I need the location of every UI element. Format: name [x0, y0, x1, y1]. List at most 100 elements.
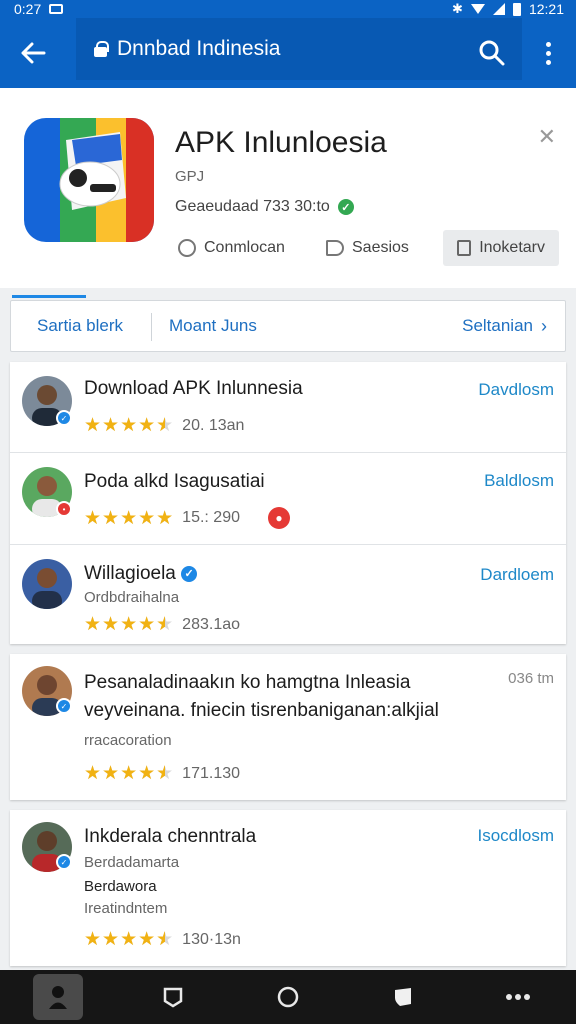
app-bar: Dnnbad Indinesia [0, 18, 576, 88]
back-arrow-icon [21, 42, 46, 64]
rating-count: 20. 13an [182, 416, 245, 434]
row-subtitle: Ordbdraihalna [84, 589, 180, 606]
star-rating: ★★★★★★★★★★ [84, 929, 175, 950]
verified-badge-icon: ✓ [56, 698, 72, 714]
rating: ★★★★★★★★★★ 130·13n [84, 930, 241, 949]
bluetooth-icon: ✱ [452, 1, 463, 16]
profile-nav-button[interactable] [28, 970, 88, 1024]
download-link[interactable]: Baldlosm [484, 471, 554, 491]
list-item[interactable]: Willagioela ✓ Ordbdraihalna ★★★★★★★★★★ 2… [10, 544, 566, 644]
verified-badge-icon: ✓ [56, 854, 72, 870]
rating: ★★★★★ ★★★★★ 15.: 290 ● [84, 507, 290, 529]
notification-icon [49, 4, 64, 14]
row-time: 036 tm [508, 670, 554, 687]
share-label: Saesios [352, 239, 409, 256]
rating: ★★★★★★★★★★ 283.1ao [84, 615, 240, 634]
back-nav-icon [163, 987, 183, 1008]
system-nav-bar [0, 970, 576, 1024]
home-nav-button[interactable] [258, 970, 318, 1024]
app-developer: GPJ [175, 168, 205, 185]
row-title-line2: Berdawora [84, 878, 157, 895]
chevron-right-icon: › [541, 315, 547, 336]
rating-count: 171.130 [182, 764, 241, 782]
filter-first[interactable]: Sartia blerk [37, 301, 123, 351]
alert-icon: ● [268, 507, 290, 529]
download-link[interactable]: Isocdlosm [477, 826, 554, 846]
row-subtitle-2: Ireatindntem [84, 900, 168, 917]
more-nav-button[interactable] [488, 970, 548, 1024]
row-title: Download APK Inlunnesia [84, 378, 303, 399]
app-title: APK Inlunloesia [175, 126, 387, 159]
results-card-2: ✓ Pesanaladinaakın ko hamgtna Inleasia v… [10, 654, 566, 800]
share-button[interactable]: Saesios [326, 230, 409, 266]
download-link[interactable]: Dardloem [480, 565, 554, 585]
verified-check-icon: ✓ [181, 565, 198, 582]
filter-third-button[interactable]: Seltanian › [462, 301, 547, 351]
share-icon [326, 240, 344, 256]
lock-icon [94, 41, 109, 57]
app-header-card: APK Inlunloesia GPJ Geaeudaad 733 30:to … [0, 88, 576, 288]
install-icon [457, 240, 472, 256]
row-title-line2: veyveinana. fniecin tisrenbaniganan:alkj… [84, 700, 439, 721]
install-label: Inoketarv [479, 239, 545, 256]
status-clock: 12:21 [528, 1, 564, 17]
overflow-menu-button[interactable] [520, 18, 576, 88]
row-title: Inkderala chenntrala [84, 826, 257, 847]
rating: ★★★★★★★★★★ 171.130 [84, 764, 240, 783]
profile-nav-active [32, 974, 83, 1020]
search-button[interactable] [464, 18, 520, 88]
results-card-3: ✓ Inkderala chenntrala Berdadamarta Berd… [10, 810, 566, 966]
comment-label: Conmlocan [204, 239, 285, 256]
wifi-icon [470, 4, 485, 14]
verified-check-icon: ✓ [337, 199, 354, 215]
row-title: Poda alkd Isagusatiai [84, 471, 265, 492]
app-meta-text: Geaeudaad 733 30:to [175, 198, 330, 215]
avatar [22, 559, 72, 609]
page-title: Dnnbad Indinesia [117, 37, 281, 60]
list-item[interactable]: ✓ Inkderala chenntrala Berdadamarta Berd… [10, 810, 566, 966]
star-rating: ★★★★★★★★★★ [84, 415, 175, 436]
install-button[interactable]: Inoketarv [443, 230, 559, 266]
rating-count: 15.: 290 [182, 509, 240, 526]
status-bar: 0:27 ✱ 12:21 [0, 0, 576, 18]
comment-icon [178, 239, 196, 257]
back-button[interactable] [0, 18, 66, 88]
list-item[interactable]: • Poda alkd Isagusatiai ★★★★★ ★★★★★ 15.: … [10, 452, 566, 544]
recents-nav-button[interactable] [373, 970, 433, 1024]
url-bar[interactable]: Dnnbad Indinesia [76, 18, 522, 80]
status-badge-icon: • [56, 501, 72, 517]
app-meta: Geaeudaad 733 30:to ✓ [175, 198, 354, 216]
rating: ★★★★★★★★★★ 20. 13an [84, 416, 244, 435]
overflow-menu-icon [545, 41, 551, 65]
row-subtitle: rracacoration [84, 732, 172, 749]
list-item[interactable]: ✓ Pesanaladinaakın ko hamgtna Inleasia v… [10, 654, 566, 800]
row-title: Willagioela [84, 563, 176, 584]
results-card-1: ✓ Download APK Inlunnesia ★★★★★★★★★★ 20.… [10, 362, 566, 644]
signal-icon [492, 3, 505, 15]
battery-icon [512, 2, 521, 16]
star-rating: ★★★★★★★★★★ [84, 614, 175, 635]
filter-divider [151, 313, 152, 341]
recents-icon [395, 988, 412, 1006]
row-title: Pesanaladinaakın ko hamgtna Inleasia [84, 672, 411, 693]
row-title-group: Willagioela ✓ [84, 563, 198, 585]
close-icon[interactable]: ✕ [538, 124, 556, 150]
app-logo-icon [24, 118, 154, 242]
filter-bar: Sartia blerk Moant Juns Seltanian › [10, 300, 566, 352]
home-circle-icon [277, 986, 299, 1008]
row-subtitle: Berdadamarta [84, 854, 180, 871]
more-dots-icon [506, 994, 531, 1000]
back-nav-button[interactable] [143, 970, 203, 1024]
download-link[interactable]: Davdlosm [478, 380, 554, 400]
star-rating: ★★★★★★★★★★ [84, 763, 175, 784]
active-tab-indicator [12, 295, 86, 298]
comment-button[interactable]: Conmlocan [178, 230, 285, 266]
list-item[interactable]: ✓ Download APK Inlunnesia ★★★★★★★★★★ 20.… [10, 362, 566, 452]
person-icon [48, 986, 67, 1009]
star-rating: ★★★★★★★★★★ [84, 507, 175, 529]
filter-second[interactable]: Moant Juns [169, 301, 257, 351]
rating-count: 283.1ao [182, 615, 241, 633]
verified-badge-icon: ✓ [56, 410, 72, 426]
status-time: 0:27 [14, 1, 42, 17]
rating-count: 130·13n [182, 930, 241, 948]
